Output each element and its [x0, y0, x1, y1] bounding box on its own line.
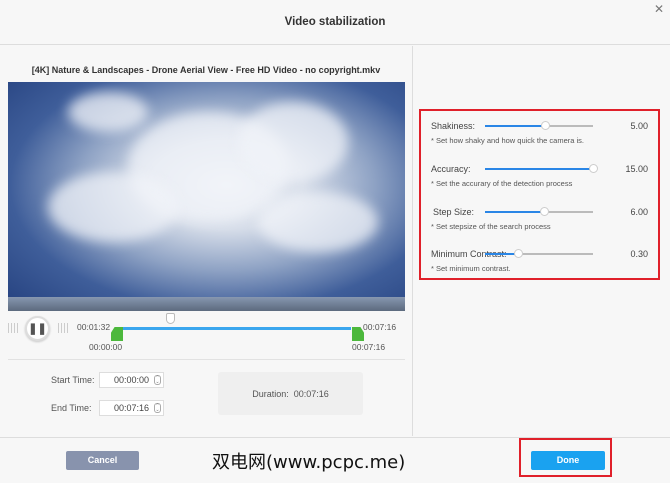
divider	[8, 359, 405, 360]
setting-slider[interactable]	[485, 164, 598, 173]
done-button[interactable]: Done	[531, 451, 605, 470]
end-time-value: 00:07:16	[114, 403, 150, 413]
setting-description: * Set stepsize of the search process	[431, 222, 551, 231]
cancel-button[interactable]: Cancel	[66, 451, 139, 470]
setting-value: 6.00	[630, 207, 648, 217]
range-start-time: 00:00:00	[89, 342, 123, 352]
duration-value: 00:07:16	[293, 389, 329, 399]
pause-button[interactable]: ❚❚	[25, 316, 50, 341]
end-time-label: End Time:	[51, 403, 92, 413]
drag-grip-icon	[58, 323, 68, 333]
setting-name: Step Size:	[433, 207, 475, 217]
setting-value: 0.30	[630, 249, 648, 259]
video-preview	[8, 82, 405, 311]
setting-value: 5.00	[630, 121, 648, 131]
watermark: 双电网(www.pcpc.me)	[212, 452, 406, 473]
spinner-icon[interactable]: ⌃ ⌄	[154, 375, 161, 385]
setting-name: Accuracy:	[431, 164, 471, 174]
setting-slider[interactable]	[485, 121, 593, 130]
current-time: 00:01:32	[77, 322, 111, 332]
close-icon[interactable]: ✕	[654, 2, 664, 16]
setting-slider[interactable]	[485, 249, 593, 258]
setting-value: 15.00	[625, 164, 648, 174]
setting-description: * Set how shaky and how quick the camera…	[431, 136, 584, 145]
dialog-title: Video stabilization	[284, 16, 386, 28]
start-time-label: Start Time:	[51, 375, 95, 385]
duration-box: Duration: 00:07:16	[218, 372, 363, 415]
setting-slider[interactable]	[485, 207, 593, 216]
drag-grip-icon	[8, 323, 18, 333]
setting-description: * Set the accurary of the detection proc…	[431, 179, 573, 188]
timeline-track[interactable]	[121, 327, 351, 330]
start-time-value: 00:00:00	[114, 375, 150, 385]
setting-description: * Set minimum contrast.	[431, 264, 511, 273]
dialog-header: Video stabilization ✕	[0, 0, 670, 45]
duration-label: Duration:	[252, 389, 289, 399]
end-time: 00:07:16	[363, 322, 397, 332]
trim-start-handle[interactable]	[111, 327, 123, 341]
range-end-time: 00:07:16	[352, 342, 386, 352]
start-time-input[interactable]: 00:00:00 ⌃ ⌄	[99, 372, 164, 388]
end-time-input[interactable]: 00:07:16 ⌃ ⌄	[99, 400, 164, 416]
playhead-handle[interactable]	[166, 313, 175, 324]
video-filename: [4K] Nature & Landscapes - Drone Aerial …	[31, 65, 381, 75]
setting-name: Shakiness:	[431, 121, 476, 131]
panel-divider	[412, 46, 413, 436]
spinner-icon[interactable]: ⌃ ⌄	[154, 403, 161, 413]
